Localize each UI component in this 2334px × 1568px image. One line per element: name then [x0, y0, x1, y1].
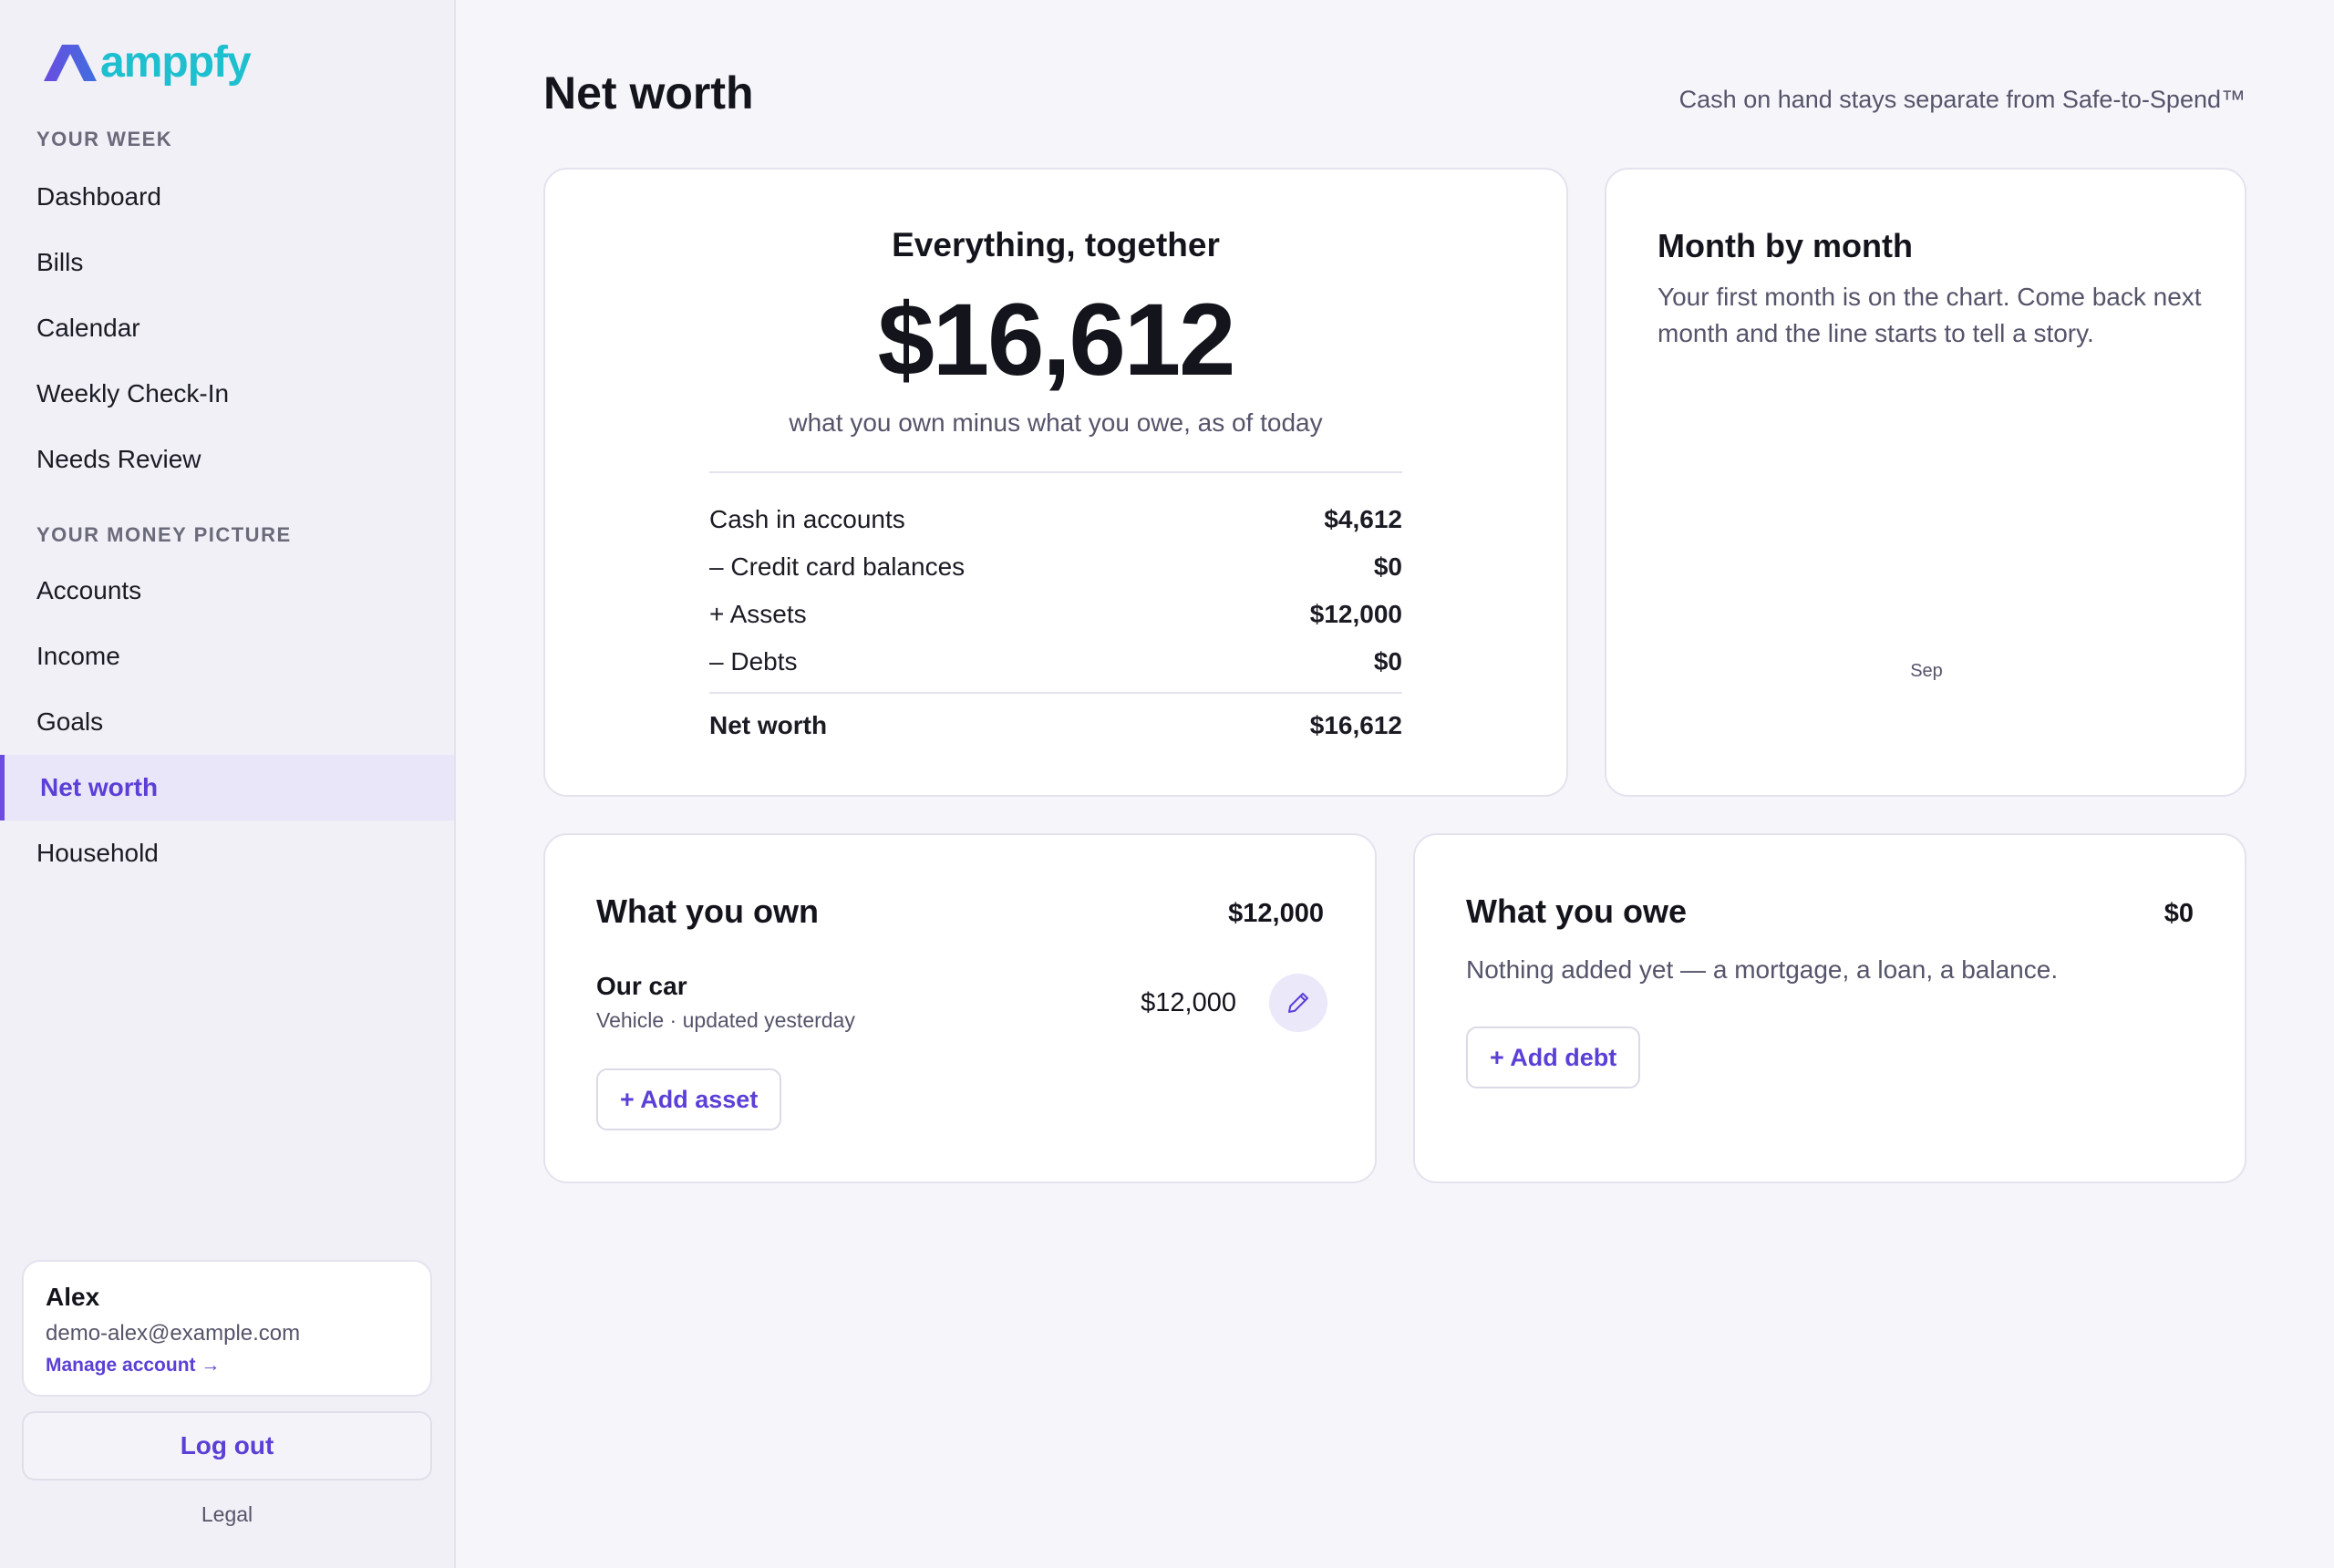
summary-row-value: $12,000: [1309, 600, 1402, 628]
sidebar-item-label: Household: [36, 839, 159, 867]
sidebar-item-weekly-check-in[interactable]: Weekly Check-In: [0, 361, 454, 427]
asset-meta: Vehicle · updated yesterday: [596, 1008, 855, 1032]
sidebar-item-label: Dashboard: [36, 182, 161, 211]
net-worth-amount: $16,612: [877, 283, 1236, 397]
summary-subtitle: what you own minus what you owe, as of t…: [789, 408, 1323, 437]
app: amppfy YOUR WEEK Dashboard Bills Calenda…: [0, 0, 2334, 1568]
summary-row: – Debts $0: [709, 644, 1402, 680]
divider: [709, 471, 1402, 473]
sidebar-item-needs-review[interactable]: Needs Review: [0, 427, 454, 492]
legal-link[interactable]: Legal: [0, 1502, 454, 1527]
edit-asset-button[interactable]: [1269, 974, 1327, 1032]
manage-account-link[interactable]: Manage account →: [46, 1353, 408, 1378]
summary-row: + Assets $12,000: [709, 596, 1402, 633]
divider: [709, 692, 1402, 694]
sidebar: amppfy YOUR WEEK Dashboard Bills Calenda…: [0, 0, 456, 1568]
sidebar-item-net-worth[interactable]: Net worth: [0, 755, 454, 820]
user-name: Alex: [46, 1283, 100, 1311]
month-by-month-card: Month by month Your first month is on th…: [1605, 168, 2246, 797]
net-worth-summary-card: Everything, together $16,612 what you ow…: [543, 168, 1568, 797]
page-note: Cash on hand stays separate from Safe-to…: [1678, 86, 2246, 113]
summary-row-label: – Credit card balances: [709, 552, 966, 581]
what-you-own-card: What you own $12,000 Our car Vehicle · u…: [543, 833, 1377, 1183]
what-you-owe-card: What you owe $0 Nothing added yet — a mo…: [1413, 833, 2246, 1183]
own-total: $12,000: [1228, 899, 1324, 928]
x-tick-label: Sep: [1910, 661, 1943, 681]
month-description: Your first month is on the chart. Come b…: [1658, 283, 2202, 347]
sidebar-item-accounts[interactable]: Accounts: [0, 558, 454, 624]
sidebar-item-bills[interactable]: Bills: [0, 230, 454, 295]
pencil-icon: [1288, 993, 1308, 1013]
add-asset-button[interactable]: + Add asset: [596, 1068, 782, 1130]
asset-name: Our car: [596, 972, 687, 1000]
owe-heading: What you owe: [1466, 892, 1687, 930]
page-title: Net worth: [543, 67, 754, 119]
sidebar-item-goals[interactable]: Goals: [0, 689, 454, 755]
sidebar-item-calendar[interactable]: Calendar: [0, 295, 454, 361]
asset-value: $12,000: [1141, 988, 1236, 1017]
summary-row: – Credit card balances $0: [709, 549, 1402, 585]
nav-section-title: YOUR WEEK: [36, 128, 173, 150]
sidebar-item-label: Bills: [36, 248, 84, 276]
sidebar-item-label: Net worth: [40, 773, 159, 801]
sidebar-item-income[interactable]: Income: [0, 624, 454, 689]
nav-section-title: YOUR MONEY PICTURE: [36, 523, 292, 546]
sidebar-item-household[interactable]: Household: [0, 820, 454, 886]
month-heading: Month by month: [1658, 227, 1913, 264]
summary-total-row: Net worth $16,612: [709, 707, 1402, 744]
logout-button[interactable]: Log out: [22, 1411, 432, 1480]
summary-row-value: $0: [1373, 647, 1402, 676]
owe-total: $0: [2164, 899, 2194, 928]
summary-row-value: $0: [1373, 552, 1402, 581]
summary-row-value: $4,612: [1324, 505, 1402, 533]
logo-mark-icon: [44, 45, 97, 81]
summary-row-label: + Assets: [709, 600, 807, 628]
summary-row-label: – Debts: [709, 647, 798, 676]
sidebar-item-label: Income: [36, 642, 120, 670]
sidebar-item-label: Needs Review: [36, 445, 201, 473]
owe-empty-text: Nothing added yet — a mortgage, a loan, …: [1466, 955, 2059, 984]
summary-total-label: Net worth: [709, 711, 828, 739]
summary-row-label: Cash in accounts: [709, 505, 905, 533]
user-card: Alex demo-alex@example.com Manage accoun…: [22, 1260, 432, 1397]
brand-logo[interactable]: amppfy: [42, 38, 252, 87]
summary-total-value: $16,612: [1309, 711, 1402, 739]
sidebar-item-label: Accounts: [36, 576, 142, 604]
summary-heading: Everything, together: [892, 226, 1220, 263]
summary-row: Cash in accounts $4,612: [709, 501, 1402, 538]
own-heading: What you own: [596, 892, 819, 930]
sidebar-item-dashboard[interactable]: Dashboard: [0, 164, 454, 230]
sidebar-item-label: Weekly Check-In: [36, 379, 230, 407]
net-worth-line-chart: Sep: [1910, 661, 1943, 681]
add-debt-button[interactable]: + Add debt: [1466, 1026, 1641, 1088]
sidebar-item-label: Goals: [36, 707, 104, 736]
user-email: demo-alex@example.com: [46, 1321, 301, 1346]
sidebar-item-label: Calendar: [36, 314, 140, 342]
brand-name: amppfy: [100, 38, 252, 87]
